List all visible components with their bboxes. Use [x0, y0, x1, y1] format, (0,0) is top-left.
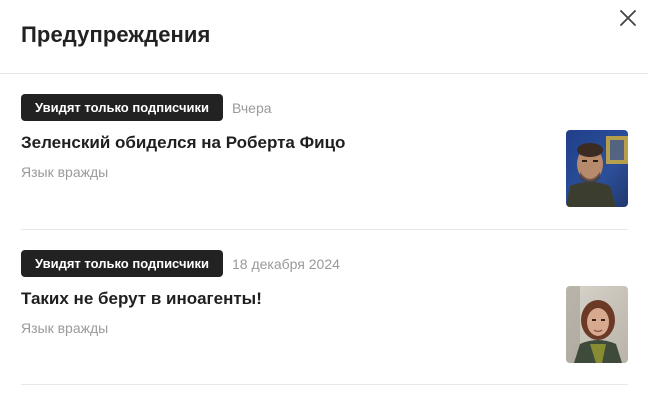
post-thumbnail[interactable] [566, 286, 628, 363]
thumbnail-image [566, 286, 628, 363]
warnings-list: Увидят только подписчики Вчера Зеленский… [0, 74, 648, 385]
warning-item[interactable]: Увидят только подписчики 18 декабря 2024… [21, 230, 628, 385]
modal-header: Предупреждения [0, 0, 648, 74]
warnings-modal: Предупреждения Увидят только подписчики … [0, 0, 648, 406]
close-icon [620, 10, 636, 26]
post-title[interactable]: Таких не берут в иноагенты! [21, 289, 262, 309]
warning-reason: Язык вражды [21, 164, 109, 180]
close-button[interactable] [618, 8, 638, 28]
warning-item[interactable]: Увидят только подписчики Вчера Зеленский… [21, 74, 628, 230]
badge-row: Увидят только подписчики 18 декабря 2024 [21, 250, 340, 277]
warning-date: Вчера [232, 99, 272, 116]
post-thumbnail[interactable] [566, 130, 628, 207]
thumbnail-image [566, 130, 628, 207]
visibility-badge: Увидят только подписчики [21, 94, 223, 121]
badge-row: Увидят только подписчики Вчера [21, 94, 272, 121]
modal-title: Предупреждения [21, 22, 211, 47]
post-title[interactable]: Зеленский обиделся на Роберта Фицо [21, 133, 345, 153]
warning-date: 18 декабря 2024 [232, 255, 340, 272]
warning-reason: Язык вражды [21, 320, 109, 336]
visibility-badge: Увидят только подписчики [21, 250, 223, 277]
